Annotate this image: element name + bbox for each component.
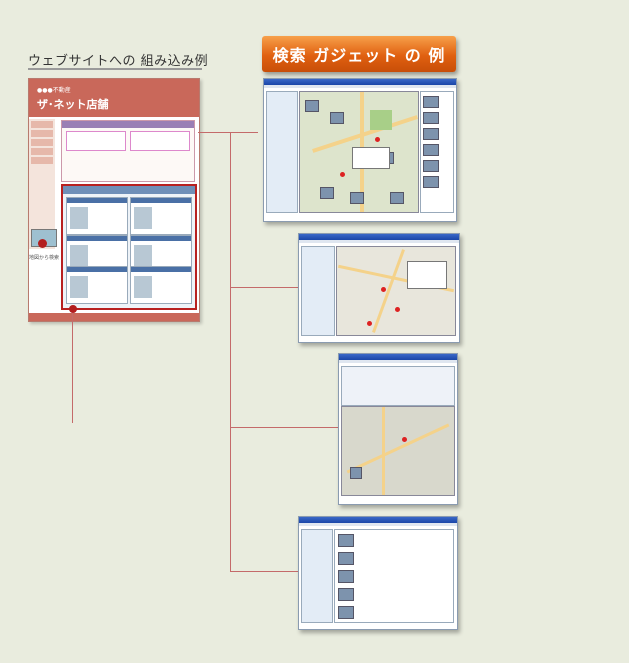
connector-line — [72, 313, 73, 423]
city-map-gadget-window — [338, 353, 458, 505]
map-gadget-window — [298, 233, 460, 343]
embed-example-label: ウェブサイトへの 組み込み例 — [28, 54, 209, 69]
connector-line — [230, 132, 231, 572]
site-footer — [29, 313, 199, 321]
property-card[interactable] — [130, 197, 192, 235]
gadget-title-bar — [63, 186, 195, 194]
site-info-panel — [61, 120, 195, 182]
property-card[interactable] — [66, 197, 128, 235]
map-search-caption: 地図から検索 — [29, 255, 60, 261]
site-store-name: ザ･ネット店舗 — [37, 98, 109, 111]
filter-panel[interactable] — [341, 366, 455, 406]
property-photo — [70, 245, 88, 267]
site-nav-item[interactable] — [31, 121, 53, 128]
label-underline — [28, 68, 202, 70]
search-sidebar[interactable] — [266, 91, 298, 213]
search-sidebar[interactable] — [301, 246, 335, 336]
banner-title: 検索 ガジェット の 例 — [272, 46, 446, 65]
website-mockup: ●●●不動産 ザ･ネット店舗 地図から検索 — [28, 78, 200, 322]
connector-line — [198, 132, 258, 133]
site-nav-item[interactable] — [31, 130, 53, 137]
panel-title-bar — [62, 121, 194, 128]
property-photo — [134, 276, 152, 298]
property-card[interactable] — [66, 266, 128, 304]
property-card[interactable] — [130, 266, 192, 304]
connector-line — [230, 287, 298, 288]
info-box[interactable] — [130, 131, 190, 151]
connector-line — [230, 571, 298, 572]
gadget-marker-dot-icon — [69, 305, 77, 313]
property-photo — [134, 207, 152, 229]
site-nav-item[interactable] — [31, 148, 53, 155]
gadget-map[interactable] — [336, 246, 456, 336]
gadget-map[interactable] — [341, 406, 455, 496]
gadget-map[interactable] — [299, 91, 419, 213]
site-nav-item[interactable] — [31, 157, 53, 164]
gadget-examples-banner: 検索 ガジェット の 例 — [262, 36, 456, 72]
list-gadget-window — [298, 516, 458, 630]
site-header: ●●●不動産 ザ･ネット店舗 — [29, 79, 199, 117]
map-photo-gadget-window — [263, 78, 457, 222]
property-photo — [134, 245, 152, 267]
search-sidebar[interactable] — [301, 529, 333, 623]
site-nav-item[interactable] — [31, 139, 53, 146]
connector-line — [230, 427, 338, 428]
property-list[interactable] — [334, 529, 454, 623]
property-photo — [70, 207, 88, 229]
property-photo — [70, 276, 88, 298]
site-company-name: ●●●不動産 — [37, 87, 71, 94]
marker-dot-icon — [38, 239, 47, 248]
embedded-gadget — [61, 184, 197, 310]
photo-list[interactable] — [420, 91, 454, 213]
info-box[interactable] — [66, 131, 126, 151]
